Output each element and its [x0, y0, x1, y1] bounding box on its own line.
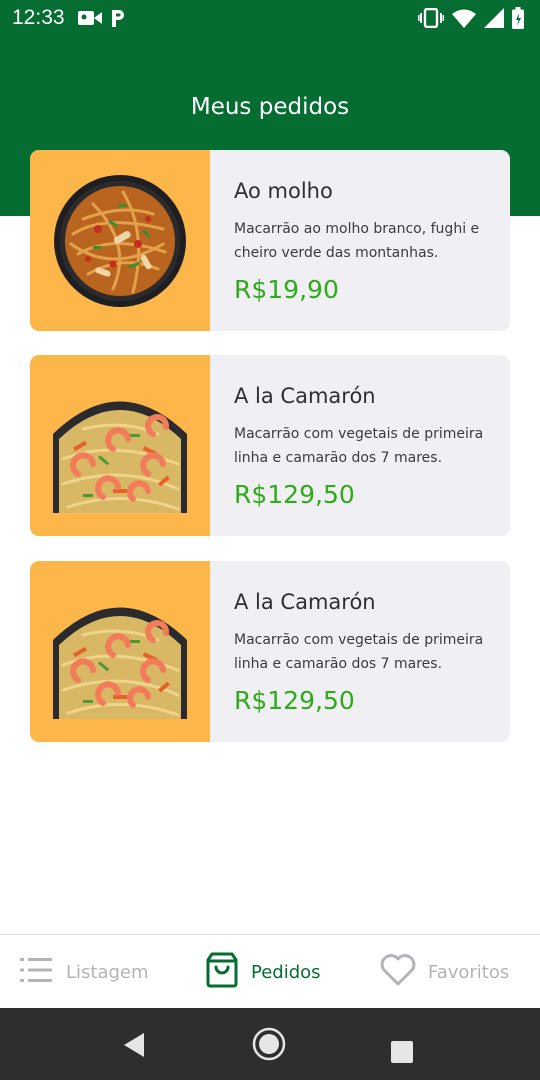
heart-icon — [380, 953, 416, 991]
nav-item-label: Favoritos — [428, 961, 510, 983]
status-time: 12:33 — [12, 6, 65, 29]
nav-item-pedidos[interactable]: Pedidos — [205, 935, 321, 1009]
order-thumbnail — [30, 150, 210, 331]
order-card[interactable]: A la Camarón Macarrão com vegetais de pr… — [30, 561, 510, 742]
shrimp-noodles-image — [53, 401, 187, 513]
order-description: Macarrão ao molho branco, fughi e cheiro… — [234, 221, 480, 261]
order-name: Ao molho — [234, 179, 333, 203]
status-right-icons — [417, 7, 524, 34]
list-icon — [20, 956, 54, 989]
back-icon[interactable] — [122, 1032, 146, 1063]
video-camera-icon — [78, 9, 102, 32]
shrimp-noodles-image — [53, 607, 187, 719]
system-nav-bar — [0, 1008, 540, 1080]
bottom-nav: Listagem Pedidos Favoritos — [0, 934, 540, 1008]
nav-item-label: Pedidos — [251, 961, 321, 983]
order-card[interactable]: A la Camarón Macarrão com vegetais de pr… — [30, 355, 510, 536]
order-card[interactable]: Ao molho Macarrão ao molho branco, fughi… — [30, 150, 510, 331]
vibrate-icon — [417, 7, 445, 33]
home-icon[interactable] — [252, 1027, 286, 1066]
parking-icon — [110, 8, 126, 33]
order-thumbnail — [30, 561, 210, 742]
order-price: R$19,90 — [234, 275, 339, 304]
signal-icon — [484, 8, 504, 33]
nav-item-listagem[interactable]: Listagem — [20, 935, 149, 1009]
wifi-icon — [452, 8, 476, 33]
order-price: R$129,50 — [234, 480, 355, 509]
pasta-bowl-image — [54, 175, 186, 307]
order-description: Macarrão com vegetais de primeira linha … — [234, 632, 484, 672]
page-title: Meus pedidos — [190, 94, 350, 120]
status-left-icons — [78, 8, 126, 33]
order-name: A la Camarón — [234, 590, 376, 614]
order-name: A la Camarón — [234, 384, 376, 408]
recents-icon[interactable] — [391, 1041, 413, 1068]
nav-item-favoritos[interactable]: Favoritos — [380, 935, 509, 1009]
order-thumbnail — [30, 355, 210, 536]
nav-item-label: Listagem — [66, 961, 149, 983]
shopping-bag-icon — [205, 952, 239, 993]
battery-icon — [512, 7, 524, 34]
order-price: R$129,50 — [234, 686, 355, 715]
order-description: Macarrão com vegetais de primeira linha … — [234, 426, 484, 466]
status-bar: 12:33 — [0, 0, 540, 38]
